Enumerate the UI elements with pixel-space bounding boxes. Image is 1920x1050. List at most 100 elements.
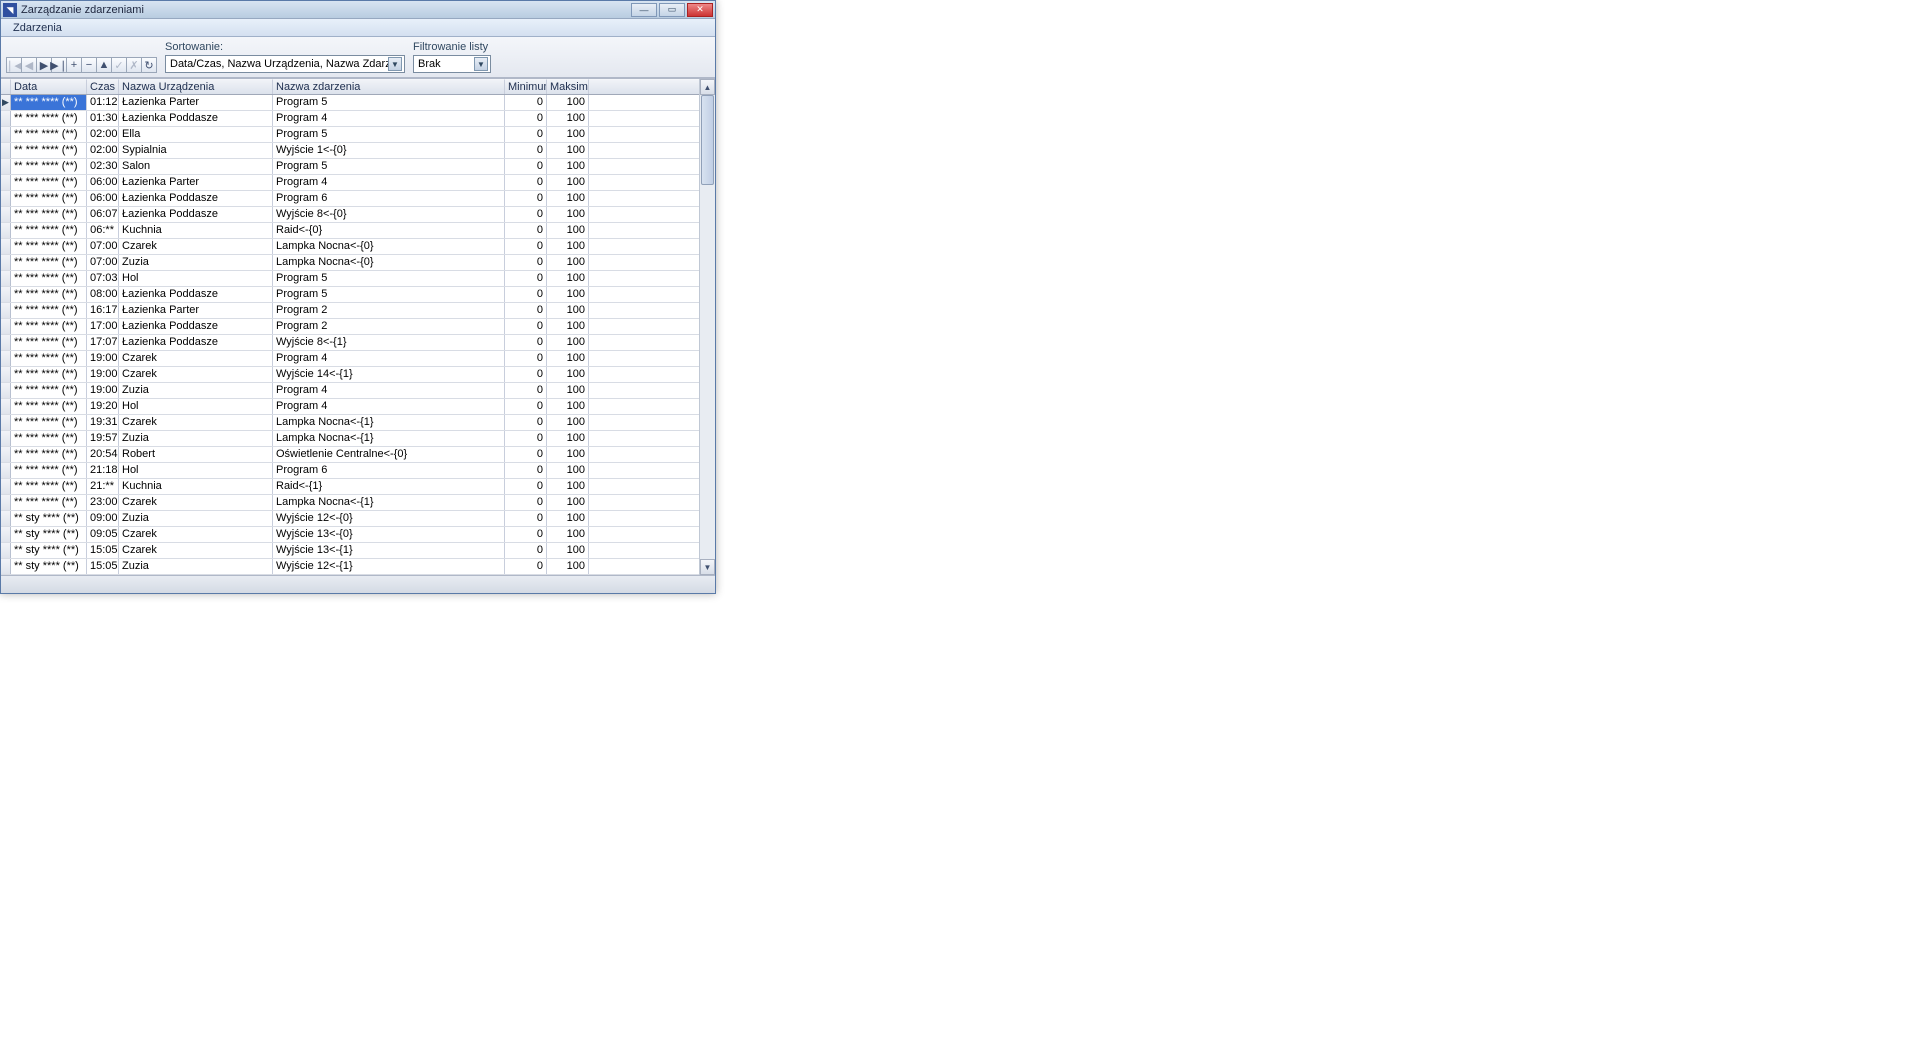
cell-data: ** *** **** (**) (11, 175, 87, 190)
nav-refresh-button[interactable]: ↻ (141, 57, 157, 73)
table-row[interactable]: ** *** **** (**)17:00Łazienka PoddaszePr… (1, 319, 699, 335)
close-button[interactable]: ✕ (687, 3, 713, 17)
cell-device: Zuzia (119, 431, 273, 446)
scroll-down-button[interactable]: ▼ (700, 559, 715, 575)
table-row[interactable]: ** *** **** (**)19:00ZuziaProgram 40100 (1, 383, 699, 399)
table-row[interactable]: ** *** **** (**)06:00Łazienka ParterProg… (1, 175, 699, 191)
row-indicator (1, 255, 11, 270)
row-indicator (1, 143, 11, 158)
row-indicator: ▶ (1, 95, 11, 110)
cell-data: ** *** **** (**) (11, 127, 87, 142)
header-data[interactable]: Data (11, 79, 87, 94)
nav-cancel-button[interactable]: ✗ (126, 57, 142, 73)
header-device[interactable]: Nazwa Urządzenia (119, 79, 273, 94)
table-row[interactable]: ** *** **** (**)19:57ZuziaLampka Nocna<-… (1, 431, 699, 447)
table-row[interactable]: ** *** **** (**)21:**KuchniaRaid<-{1}010… (1, 479, 699, 495)
titlebar[interactable]: ◥ Zarządzanie zdarzeniami — ▭ ✕ (1, 1, 715, 19)
cell-data: ** *** **** (**) (11, 271, 87, 286)
db-navigator: ❘◀ ◀ ▶ ▶❘ + − ▲ ✓ ✗ ↻ (7, 57, 157, 73)
cell-data: ** *** **** (**) (11, 383, 87, 398)
cell-max: 100 (547, 127, 589, 142)
table-row[interactable]: ** *** **** (**)20:54RobertOświetlenie C… (1, 447, 699, 463)
table-row[interactable]: ** *** **** (**)21:18HolProgram 60100 (1, 463, 699, 479)
table-row[interactable]: ** *** **** (**)16:17Łazienka ParterProg… (1, 303, 699, 319)
header-indicator[interactable] (1, 79, 11, 94)
cell-czas: 09:00 (87, 511, 119, 526)
nav-first-button[interactable]: ❘◀ (6, 57, 22, 73)
table-row[interactable]: ▶** *** **** (**)01:12Łazienka ParterPro… (1, 95, 699, 111)
table-row[interactable]: ** *** **** (**)02:00EllaProgram 50100 (1, 127, 699, 143)
table-row[interactable]: ** sty **** (**)15:05ZuziaWyjście 12<-{1… (1, 559, 699, 575)
table-row[interactable]: ** *** **** (**)17:07Łazienka PoddaszeWy… (1, 335, 699, 351)
cell-data: ** *** **** (**) (11, 367, 87, 382)
table-row[interactable]: ** *** **** (**)06:**KuchniaRaid<-{0}010… (1, 223, 699, 239)
minimize-button[interactable]: — (631, 3, 657, 17)
table-row[interactable]: ** *** **** (**)19:00CzarekWyjście 14<-{… (1, 367, 699, 383)
filter-combo[interactable]: Brak ▼ (413, 55, 491, 73)
table-row[interactable]: ** *** **** (**)06:00Łazienka PoddaszePr… (1, 191, 699, 207)
table-row[interactable]: ** *** **** (**)19:31CzarekLampka Nocna<… (1, 415, 699, 431)
cell-min: 0 (505, 463, 547, 478)
scroll-thumb[interactable] (701, 95, 714, 185)
cell-device: Zuzia (119, 383, 273, 398)
table-row[interactable]: ** *** **** (**)07:03HolProgram 50100 (1, 271, 699, 287)
row-indicator (1, 287, 11, 302)
cell-czas: 15:05 (87, 543, 119, 558)
cell-event: Oświetlenie Centralne<-{0} (273, 447, 505, 462)
nav-add-button[interactable]: + (66, 57, 82, 73)
table-row[interactable]: ** *** **** (**)19:20HolProgram 40100 (1, 399, 699, 415)
table-row[interactable]: ** *** **** (**)02:00SypialniaWyjście 1<… (1, 143, 699, 159)
header-czas[interactable]: Czas (87, 79, 119, 94)
table-row[interactable]: ** *** **** (**)07:00CzarekLampka Nocna<… (1, 239, 699, 255)
cell-spacer (589, 479, 699, 494)
cell-event: Lampka Nocna<-{0} (273, 255, 505, 270)
cell-data: ** *** **** (**) (11, 111, 87, 126)
menu-zdarzenia[interactable]: Zdarzenia (7, 21, 68, 35)
table-row[interactable]: ** sty **** (**)09:00ZuziaWyjście 12<-{0… (1, 511, 699, 527)
cell-czas: 01:30 (87, 111, 119, 126)
nav-delete-button[interactable]: − (81, 57, 97, 73)
cell-data: ** *** **** (**) (11, 479, 87, 494)
cell-spacer (589, 335, 699, 350)
header-min[interactable]: Minimum (505, 79, 547, 94)
cell-event: Program 5 (273, 95, 505, 110)
table-row[interactable]: ** sty **** (**)09:05CzarekWyjście 13<-{… (1, 527, 699, 543)
nav-post-button[interactable]: ✓ (111, 57, 127, 73)
cell-device: Zuzia (119, 559, 273, 574)
scroll-up-button[interactable]: ▲ (700, 79, 715, 95)
data-grid[interactable]: Data Czas Nazwa Urządzenia Nazwa zdarzen… (1, 79, 699, 575)
nav-prev-button[interactable]: ◀ (21, 57, 37, 73)
header-max[interactable]: Maksimum (547, 79, 589, 94)
cell-data: ** *** **** (**) (11, 223, 87, 238)
cell-czas: 02:00 (87, 143, 119, 158)
cell-device: Salon (119, 159, 273, 174)
nav-edit-button[interactable]: ▲ (96, 57, 112, 73)
cell-czas: 21:18 (87, 463, 119, 478)
table-row[interactable]: ** *** **** (**)02:30SalonProgram 50100 (1, 159, 699, 175)
table-row[interactable]: ** *** **** (**)01:30Łazienka PoddaszePr… (1, 111, 699, 127)
cell-max: 100 (547, 559, 589, 574)
cell-data: ** sty **** (**) (11, 543, 87, 558)
check-icon: ✓ (114, 59, 123, 72)
cell-spacer (589, 463, 699, 478)
row-indicator (1, 239, 11, 254)
cell-event: Wyjście 8<-{0} (273, 207, 505, 222)
edit-icon: ▲ (99, 59, 110, 71)
cell-min: 0 (505, 527, 547, 542)
cell-device: Czarek (119, 415, 273, 430)
cell-min: 0 (505, 159, 547, 174)
cell-data: ** sty **** (**) (11, 511, 87, 526)
cell-data: ** *** **** (**) (11, 351, 87, 366)
maximize-button[interactable]: ▭ (659, 3, 685, 17)
sort-combo[interactable]: Data/Czas, Nazwa Urządzenia, Nazwa Zdarz… (165, 55, 405, 73)
vertical-scrollbar[interactable]: ▲ ▼ (699, 79, 715, 575)
table-row[interactable]: ** *** **** (**)19:00CzarekProgram 40100 (1, 351, 699, 367)
nav-last-button[interactable]: ▶❘ (51, 57, 67, 73)
table-row[interactable]: ** *** **** (**)23:00CzarekLampka Nocna<… (1, 495, 699, 511)
filter-value: Brak (418, 58, 474, 70)
table-row[interactable]: ** *** **** (**)08:00Łazienka PoddaszePr… (1, 287, 699, 303)
table-row[interactable]: ** *** **** (**)06:07Łazienka PoddaszeWy… (1, 207, 699, 223)
table-row[interactable]: ** sty **** (**)15:05CzarekWyjście 13<-{… (1, 543, 699, 559)
table-row[interactable]: ** *** **** (**)07:00ZuziaLampka Nocna<-… (1, 255, 699, 271)
header-event[interactable]: Nazwa zdarzenia (273, 79, 505, 94)
